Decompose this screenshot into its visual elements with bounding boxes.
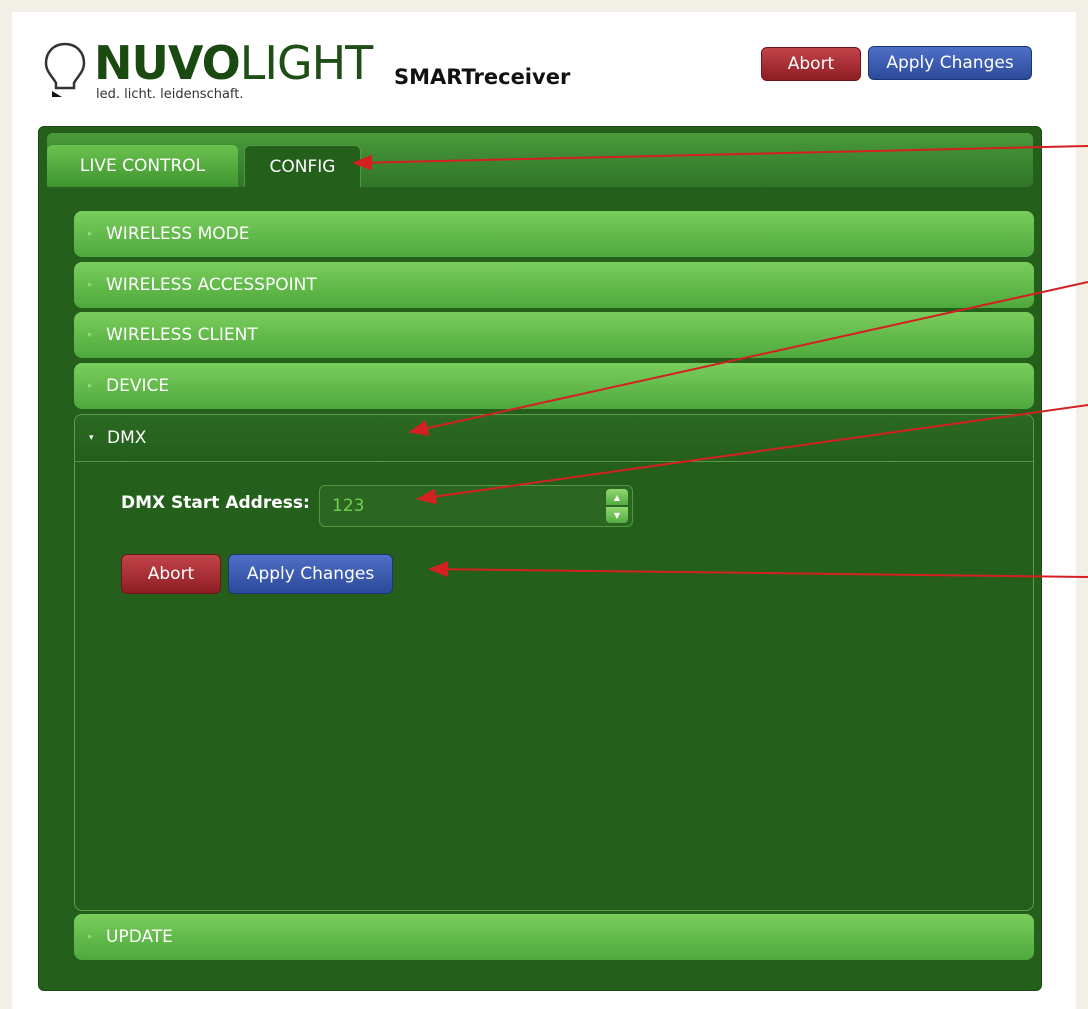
section-wireless-mode[interactable]: ▸ WIRELESS MODE xyxy=(74,211,1034,257)
main-panel: LIVE CONTROL CONFIG ▸ WIRELESS MODE ▸ WI… xyxy=(38,126,1042,991)
brand-thin: LIGHT xyxy=(239,36,374,90)
brand-wordmark: NUVOLIGHT xyxy=(94,36,374,90)
section-label: UPDATE xyxy=(106,927,173,947)
section-wireless-accesspoint[interactable]: ▸ WIRELESS ACCESSPOINT xyxy=(74,262,1034,308)
app-title: SMARTreceiver xyxy=(394,65,571,89)
tab-bar: LIVE CONTROL CONFIG xyxy=(47,133,1033,187)
lightbulb-icon xyxy=(44,42,86,97)
tab-live-control[interactable]: LIVE CONTROL xyxy=(47,145,238,187)
brand-bold: NUVO xyxy=(94,36,241,90)
dmx-apply-changes-button[interactable]: Apply Changes xyxy=(228,554,393,594)
section-label: WIRELESS ACCESSPOINT xyxy=(106,275,317,295)
increment-arrow-icon[interactable]: ▲ xyxy=(606,489,628,505)
expand-triangle-icon: ▸ xyxy=(88,280,93,290)
brand-logo: NUVOLIGHT led. licht. leidenschaft. xyxy=(42,37,373,107)
section-label: WIRELESS CLIENT xyxy=(106,325,258,345)
expand-triangle-icon: ▸ xyxy=(88,381,93,391)
section-label: WIRELESS MODE xyxy=(106,224,250,244)
dmx-start-address-stepper: ▲ ▼ xyxy=(319,485,633,527)
section-label: DMX xyxy=(107,428,147,448)
section-device[interactable]: ▸ DEVICE xyxy=(74,363,1034,409)
expand-triangle-icon: ▸ xyxy=(88,229,93,239)
dmx-start-address-input[interactable] xyxy=(320,486,590,526)
expand-triangle-icon: ▸ xyxy=(88,330,93,340)
spinner-buttons: ▲ ▼ xyxy=(606,489,628,523)
header-abort-button[interactable]: Abort xyxy=(761,47,861,81)
section-label: DEVICE xyxy=(106,376,170,396)
dmx-abort-button[interactable]: Abort xyxy=(121,554,221,594)
header-apply-changes-button[interactable]: Apply Changes xyxy=(868,46,1032,80)
section-update[interactable]: ▸ UPDATE xyxy=(74,914,1034,960)
section-dmx-header[interactable]: ▾ DMX xyxy=(75,415,1033,462)
expand-triangle-icon: ▸ xyxy=(88,932,93,942)
brand-tagline: led. licht. leidenschaft. xyxy=(96,87,244,102)
collapse-triangle-icon: ▾ xyxy=(89,433,94,443)
dmx-start-address-label: DMX Start Address: xyxy=(121,493,310,513)
section-wireless-client[interactable]: ▸ WIRELESS CLIENT xyxy=(74,312,1034,358)
tab-config[interactable]: CONFIG xyxy=(244,145,361,187)
decrement-arrow-icon[interactable]: ▼ xyxy=(606,507,628,523)
section-dmx: ▾ DMX DMX Start Address: ▲ ▼ Abort Apply… xyxy=(74,414,1034,911)
